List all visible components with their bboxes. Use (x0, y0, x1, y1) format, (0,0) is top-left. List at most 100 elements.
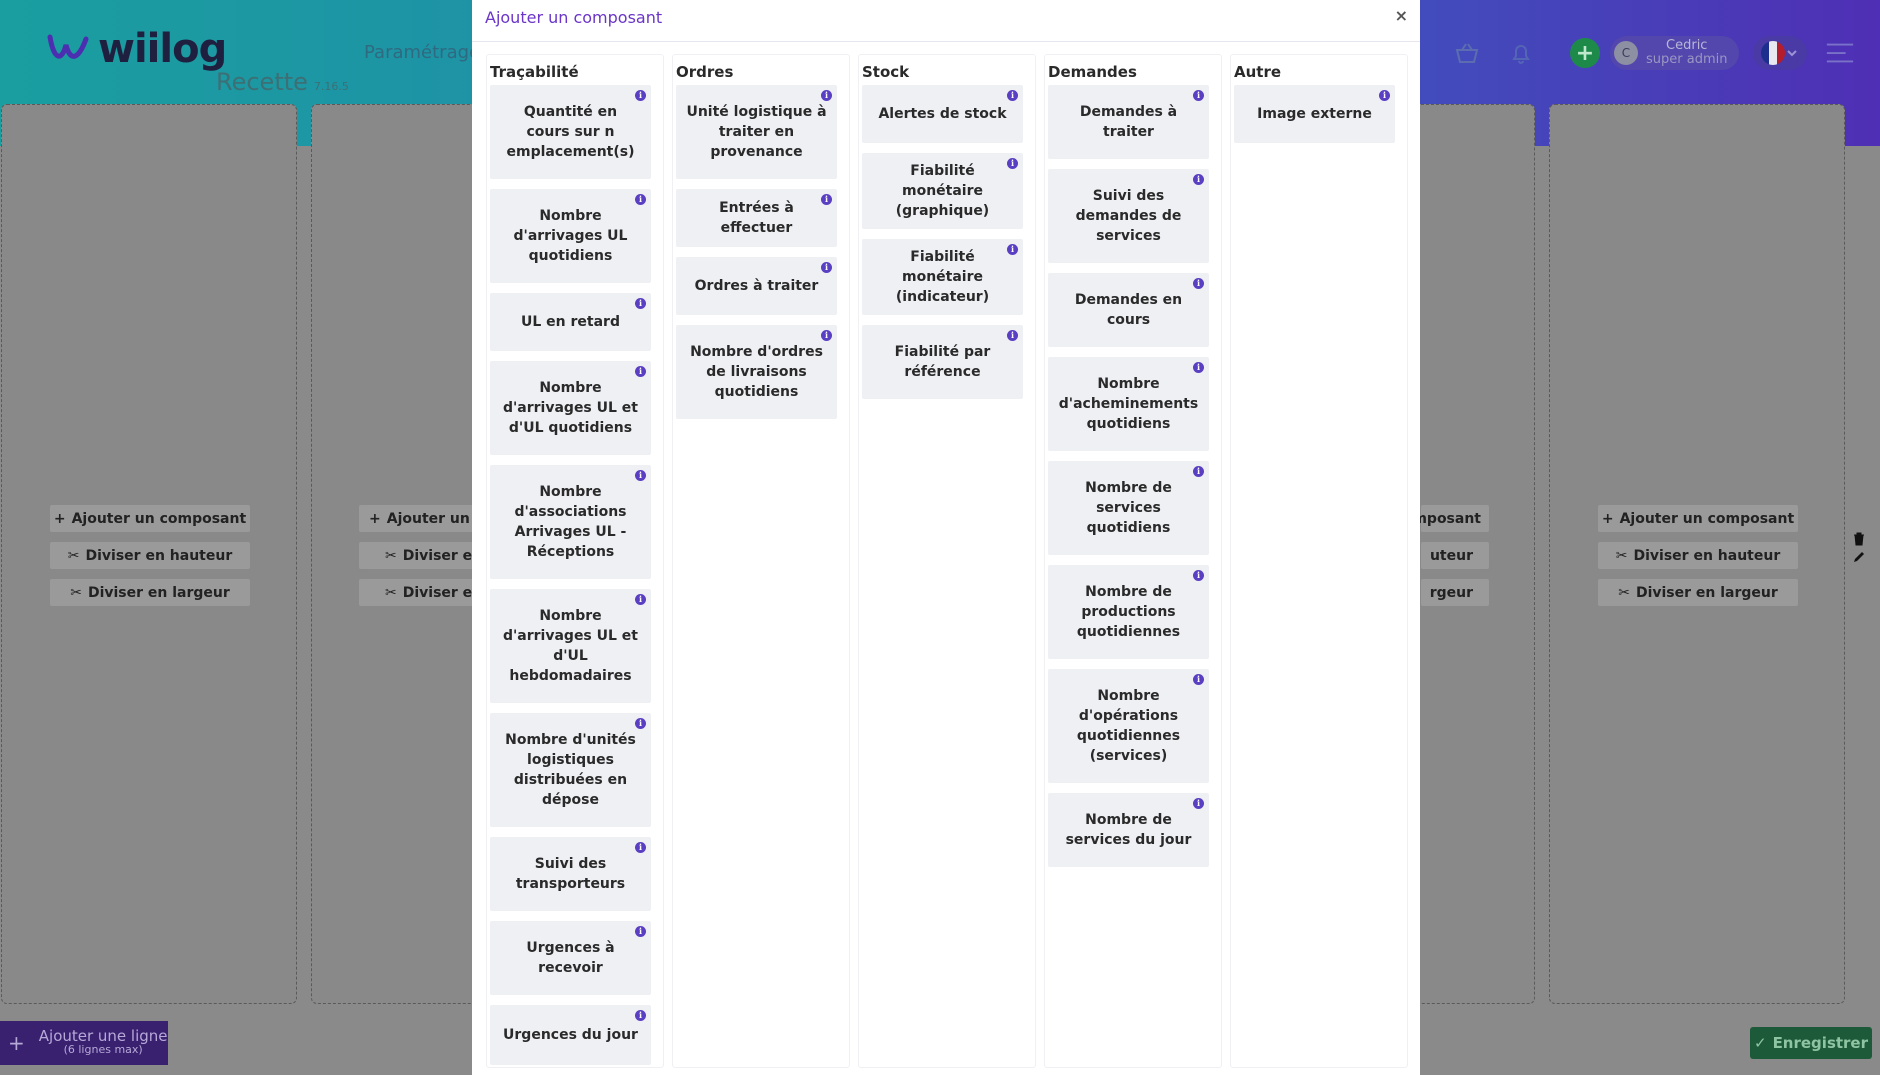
info-icon[interactable]: i (635, 1010, 646, 1021)
add-line-label: Ajouter une ligne (38, 1027, 168, 1045)
info-icon[interactable]: i (1007, 330, 1018, 341)
info-icon[interactable]: i (821, 262, 832, 273)
component-card-label: Nombre d'opérations quotidiennes (servic… (1076, 688, 1181, 764)
component-card[interactable]: Image externe i (1234, 85, 1395, 143)
logo[interactable]: wiilog (46, 26, 227, 72)
component-card-label: Fiabilité monétaire (indicateur) (895, 249, 990, 305)
component-card[interactable]: Nombre d'arrivages UL et d'UL quotidiens… (490, 361, 651, 455)
bell-icon[interactable] (1506, 38, 1536, 68)
component-card[interactable]: Urgences du jour i (490, 1005, 651, 1065)
info-icon[interactable]: i (821, 330, 832, 341)
info-icon[interactable]: i (1007, 158, 1018, 169)
hamburger-menu-icon[interactable] (1825, 38, 1855, 68)
info-icon[interactable]: i (1193, 174, 1204, 185)
info-icon[interactable]: i (1193, 466, 1204, 477)
info-icon[interactable]: i (635, 594, 646, 605)
logo-text: wiilog (98, 26, 227, 72)
info-icon[interactable]: i (635, 718, 646, 729)
nav-item-parametrage[interactable]: Paramétrage (364, 42, 480, 63)
component-card[interactable]: Quantité en cours sur n emplacement(s) i (490, 85, 651, 179)
component-card[interactable]: Alertes de stock i (862, 85, 1023, 143)
info-icon[interactable]: i (635, 194, 646, 205)
component-card[interactable]: Nombre d'associations Arrivages UL - Réc… (490, 465, 651, 579)
info-icon[interactable]: i (1193, 798, 1204, 809)
component-card-label: Nombre d'arrivages UL quotidiens (513, 208, 628, 264)
component-card-label: Nombre de services du jour (1065, 812, 1192, 848)
component-card[interactable]: Demandes à traiter i (1048, 85, 1209, 159)
component-card[interactable]: Entrées à effectuer i (676, 189, 837, 247)
split-width-button[interactable]: rgeur (1421, 579, 1489, 606)
quick-add-button[interactable]: + (1570, 38, 1600, 68)
component-card[interactable]: Nombre d'ordres de livraisons quotidiens… (676, 325, 837, 419)
modal-header: Ajouter un composant × (472, 0, 1420, 42)
component-card-label: Urgences à recevoir (526, 940, 615, 976)
component-card[interactable]: Fiabilité monétaire (indicateur) i (862, 239, 1023, 315)
user-role: super admin (1646, 52, 1728, 67)
chevron-down-icon (1787, 50, 1798, 57)
split-height-button[interactable]: uteur (1421, 542, 1489, 569)
component-list: Unité logistique à traiter en provenance… (673, 85, 849, 419)
split-height-button[interactable]: ✂ Diviser en hauteur (1598, 542, 1798, 569)
check-icon: ✓ (1753, 1034, 1767, 1052)
add-component-button[interactable]: mposant (1412, 505, 1489, 532)
component-card[interactable]: Ordres à traiter i (676, 257, 837, 315)
category-title: Autre (1234, 63, 1282, 81)
close-icon[interactable]: × (1395, 6, 1408, 25)
add-component-button[interactable]: + Ajouter un composant (50, 505, 250, 532)
row-tools (1852, 532, 1866, 564)
info-icon[interactable]: i (1193, 278, 1204, 289)
component-card-label: Nombre d'arrivages UL et d'UL quotidiens (502, 380, 638, 436)
split-height-button[interactable]: ✂ Diviser en hauteur (50, 542, 250, 569)
language-selector[interactable] (1753, 36, 1808, 70)
basket-icon[interactable] (1452, 38, 1482, 68)
add-line-button[interactable]: + Ajouter une ligne (6 lignes max) (0, 1021, 168, 1065)
info-icon[interactable]: i (635, 298, 646, 309)
component-card[interactable]: Nombre de services quotidiens i (1048, 461, 1209, 555)
trash-icon[interactable] (1853, 532, 1865, 546)
info-icon[interactable]: i (1007, 244, 1018, 255)
split-width-button[interactable]: ✂ Diviser en largeur (50, 579, 250, 606)
info-icon[interactable]: i (635, 90, 646, 101)
component-card-label: Nombre d'acheminements quotidiens (1058, 376, 1199, 432)
component-card[interactable]: Nombre de services du jour i (1048, 793, 1209, 867)
pencil-icon[interactable] (1852, 550, 1866, 564)
info-icon[interactable]: i (635, 366, 646, 377)
component-card[interactable]: Fiabilité par référence i (862, 325, 1023, 399)
component-card[interactable]: Urgences à recevoir i (490, 921, 651, 995)
component-card[interactable]: Nombre d'unités logistiques distribuées … (490, 713, 651, 827)
add-component-button[interactable]: + Ajouter un composant (1598, 505, 1798, 532)
info-icon[interactable]: i (1193, 570, 1204, 581)
category-column: Traçabilité Quantité en cours sur n empla… (486, 54, 664, 1068)
info-icon[interactable]: i (635, 926, 646, 937)
component-card[interactable]: Fiabilité monétaire (graphique) i (862, 153, 1023, 229)
component-card[interactable]: UL en retard i (490, 293, 651, 351)
info-icon[interactable]: i (1193, 90, 1204, 101)
category-title: Stock (862, 63, 910, 81)
component-card[interactable]: Nombre de productions quotidiennes i (1048, 565, 1209, 659)
component-card-label: UL en retard (521, 314, 620, 330)
save-button[interactable]: ✓ Enregistrer (1750, 1027, 1872, 1059)
header-actions: + C Cedric super admin (1452, 36, 1855, 70)
component-card[interactable]: Demandes en cours i (1048, 273, 1209, 347)
french-flag-icon (1761, 41, 1786, 65)
info-icon[interactable]: i (1193, 674, 1204, 685)
component-card[interactable]: Nombre d'opérations quotidiennes (servic… (1048, 669, 1209, 783)
component-card[interactable]: Unité logistique à traiter en provenance… (676, 85, 837, 179)
category-title: Demandes (1048, 63, 1137, 81)
info-icon[interactable]: i (635, 842, 646, 853)
info-icon[interactable]: i (1193, 362, 1204, 373)
component-card-label: Nombre d'arrivages UL et d'UL hebdomadai… (502, 608, 638, 684)
info-icon[interactable]: i (635, 470, 646, 481)
user-menu[interactable]: C Cedric super admin (1610, 36, 1740, 70)
component-card[interactable]: Suivi des demandes de services i (1048, 169, 1209, 263)
component-card[interactable]: Nombre d'acheminements quotidiens i (1048, 357, 1209, 451)
info-icon[interactable]: i (821, 90, 832, 101)
component-card[interactable]: Suivi des transporteurs i (490, 837, 651, 911)
info-icon[interactable]: i (821, 194, 832, 205)
component-card[interactable]: Nombre d'arrivages UL et d'UL hebdomadai… (490, 589, 651, 703)
info-icon[interactable]: i (1379, 90, 1390, 101)
info-icon[interactable]: i (1007, 90, 1018, 101)
component-card[interactable]: Nombre d'arrivages UL quotidiens i (490, 189, 651, 283)
split-width-button[interactable]: ✂ Diviser en largeur (1598, 579, 1798, 606)
component-card-label: Image externe (1257, 106, 1372, 122)
